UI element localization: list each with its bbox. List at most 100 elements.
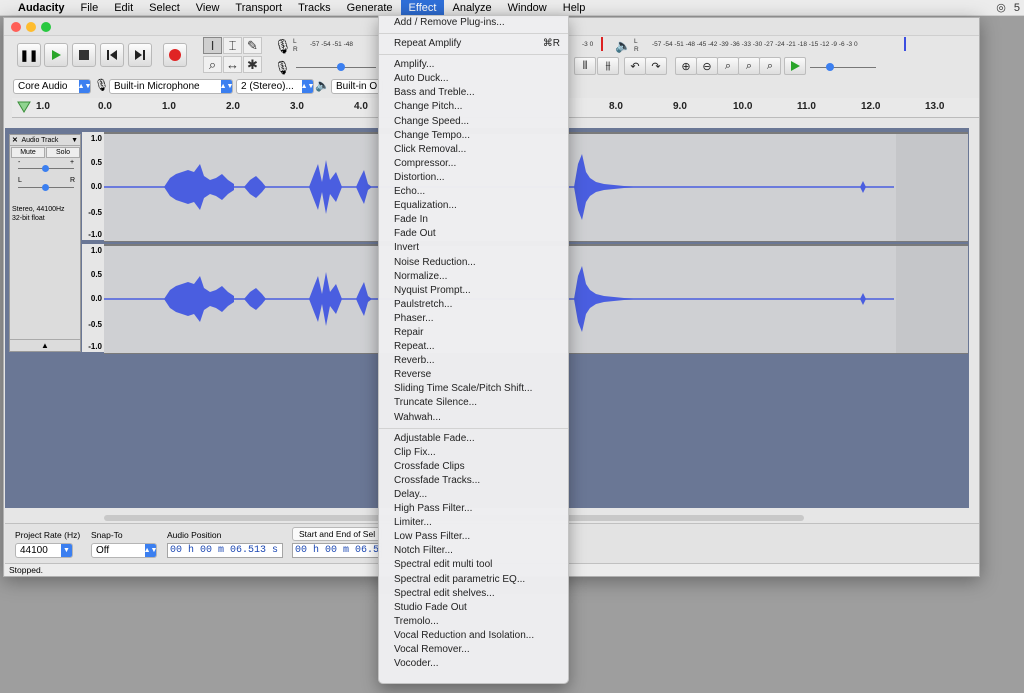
gain-slider-thumb[interactable]	[42, 165, 49, 172]
silence-audio-button[interactable]: ⫵	[597, 57, 619, 75]
snap-to-select[interactable]: Off ▲▼	[91, 543, 157, 558]
record-button[interactable]	[163, 43, 187, 67]
effect-menu-item[interactable]: Delay...	[379, 488, 568, 502]
effect-menu-item[interactable]: Fade In	[379, 213, 568, 227]
menu-app-audacity[interactable]: Audacity	[0, 0, 72, 16]
effect-menu-item[interactable]: Limiter...	[379, 516, 568, 530]
effect-menu-item[interactable]: Repeat...	[379, 340, 568, 354]
minimize-window-button[interactable]	[26, 22, 36, 32]
effect-menu-item[interactable]: Auto Duck...	[379, 72, 568, 86]
menu-generate[interactable]: Generate	[339, 0, 401, 16]
menu-window[interactable]: Window	[500, 0, 555, 16]
play-at-speed-slider[interactable]	[810, 67, 876, 68]
menu-analyze[interactable]: Analyze	[444, 0, 499, 16]
menu-help[interactable]: Help	[555, 0, 594, 16]
undo-button[interactable]: ↶	[624, 57, 646, 75]
multi-tool[interactable]: ✱	[243, 56, 262, 73]
spiral-icon[interactable]: ◎	[996, 0, 1006, 16]
effect-menu-item[interactable]: Crossfade Clips	[379, 460, 568, 474]
mute-button[interactable]: Mute	[11, 147, 45, 158]
zoom-window-button[interactable]	[41, 22, 51, 32]
recording-channels-select[interactable]: 2 (Stereo)... ▲▼	[236, 79, 314, 94]
effect-menu-item[interactable]: Invert	[379, 241, 568, 255]
effect-menu-item[interactable]: Reverb...	[379, 354, 568, 368]
status-number[interactable]: 5	[1014, 0, 1020, 16]
effect-menu-item[interactable]: Spectral edit shelves...	[379, 587, 568, 601]
effect-menu-item[interactable]: Reverse	[379, 368, 568, 382]
pause-button[interactable]: ❚❚	[17, 43, 41, 67]
recording-volume-slider[interactable]	[296, 67, 376, 68]
track-name[interactable]: Audio Track	[21, 137, 58, 144]
effect-menu-item[interactable]: Studio Fade Out	[379, 601, 568, 615]
stop-button[interactable]	[72, 43, 96, 67]
audio-position-field[interactable]: 00 h 00 m 06.513 s	[167, 543, 283, 558]
selection-mode-select[interactable]: Start and End of Sel	[292, 527, 382, 541]
play-meter-scale[interactable]: -57 -54 -51 -48 -45 -42 -39 -36 -33 -30 …	[652, 40, 858, 50]
playback-device-select[interactable]: Built-in O	[331, 79, 383, 94]
solo-button[interactable]: Solo	[46, 147, 80, 158]
menu-view[interactable]: View	[188, 0, 228, 16]
effect-menu-item[interactable]: Notch Filter...	[379, 544, 568, 558]
menu-tracks[interactable]: Tracks	[290, 0, 339, 16]
draw-tool[interactable]: ✎	[243, 37, 262, 54]
zoom-in-button[interactable]: ⊕	[675, 57, 697, 75]
effect-menu-item[interactable]: Change Speed...	[379, 115, 568, 129]
vertical-scale-right-channel[interactable]: 1.0 0.5 0.0 -0.5 -1.0	[82, 244, 104, 352]
effect-menu-item[interactable]: Noise Reduction...	[379, 256, 568, 270]
effect-menu-item[interactable]: Vocoder...	[379, 657, 568, 671]
effect-menu-item[interactable]: Change Pitch...	[379, 100, 568, 114]
zoom-tool[interactable]: ⌕	[203, 56, 222, 73]
effect-menu-item[interactable]: Normalize...	[379, 270, 568, 284]
trim-audio-button[interactable]: ⫴	[574, 57, 596, 75]
close-track-icon[interactable]: ✕	[10, 137, 20, 144]
skip-to-start-button[interactable]	[100, 43, 124, 67]
effect-menu-item[interactable]: Vocal Reduction and Isolation...	[379, 629, 568, 643]
effect-menu-item[interactable]: Spectral edit parametric EQ...	[379, 573, 568, 587]
skip-to-end-button[interactable]	[128, 43, 152, 67]
zoom-out-button[interactable]: ⊖	[696, 57, 718, 75]
effect-menu-item[interactable]: Crossfade Tracks...	[379, 474, 568, 488]
recording-device-select[interactable]: Built-in Microphone ▲▼	[109, 79, 233, 94]
selection-start-field[interactable]: 00 h 00 m 06.51	[292, 543, 382, 558]
effect-menu-item[interactable]: Tremolo...	[379, 615, 568, 629]
project-rate-select[interactable]: 44100 ▼	[15, 543, 73, 558]
effect-menu-item[interactable]: Add / Remove Plug-ins...	[379, 16, 568, 30]
collapse-track-button[interactable]: ▲	[10, 339, 80, 351]
record-meter-scale[interactable]: -57 -54 -51 -48	[310, 40, 353, 50]
effect-menu-item[interactable]: Compressor...	[379, 157, 568, 171]
effect-menu-item[interactable]: Clip Fix...	[379, 446, 568, 460]
fit-project-button[interactable]: ⌕	[738, 57, 760, 75]
effect-menu-item[interactable]: Wahwah...	[379, 411, 568, 425]
fit-selection-button[interactable]: ⌕	[717, 57, 739, 75]
effect-menu-item[interactable]: Repair	[379, 326, 568, 340]
effect-menu-item[interactable]: Spectral edit multi tool	[379, 558, 568, 572]
vertical-scale-left-channel[interactable]: 1.0 0.5 0.0 -0.5 -1.0	[82, 132, 104, 240]
effect-menu-item[interactable]: Change Tempo...	[379, 129, 568, 143]
effect-menu-dropdown[interactable]: Add / Remove Plug-ins... Repeat Amplify ⌘R…	[378, 15, 569, 684]
play-button[interactable]	[44, 43, 68, 67]
close-window-button[interactable]	[11, 22, 21, 32]
recording-volume-thumb[interactable]	[337, 63, 345, 71]
effect-menu-item[interactable]: Amplify...	[379, 58, 568, 72]
effect-menu-item[interactable]: Bass and Treble...	[379, 86, 568, 100]
effect-menu-item[interactable]: Low Pass Filter...	[379, 530, 568, 544]
pan-slider-thumb[interactable]	[42, 184, 49, 191]
redo-button[interactable]: ↷	[645, 57, 667, 75]
envelope-tool[interactable]: ⌶	[223, 37, 242, 54]
effect-menu-item[interactable]: Click Removal...	[379, 143, 568, 157]
selection-tool[interactable]: I	[203, 37, 222, 54]
microphone-icon[interactable]: 🎙	[274, 38, 292, 55]
effect-menu-item[interactable]: Repeat Amplify ⌘R	[379, 37, 568, 51]
effect-menu-item[interactable]: Sliding Time Scale/Pitch Shift...	[379, 382, 568, 396]
audio-host-select[interactable]: Core Audio ▲▼	[13, 79, 91, 94]
effect-menu-item[interactable]: High Pass Filter...	[379, 502, 568, 516]
track-control-panel[interactable]: ✕ Audio Track ▼ Mute Solo - + L R Stereo…	[9, 134, 81, 352]
effect-menu-item[interactable]: Equalization...	[379, 199, 568, 213]
track-menu-chevron-icon[interactable]: ▼	[71, 135, 78, 146]
effect-menu-item[interactable]: Distortion...	[379, 171, 568, 185]
time-shift-tool[interactable]: ↔	[223, 56, 242, 73]
play-at-speed-thumb[interactable]	[826, 63, 834, 71]
effect-menu-item[interactable]: Fade Out	[379, 227, 568, 241]
menu-select[interactable]: Select	[141, 0, 188, 16]
menu-effect[interactable]: Effect	[400, 0, 445, 16]
